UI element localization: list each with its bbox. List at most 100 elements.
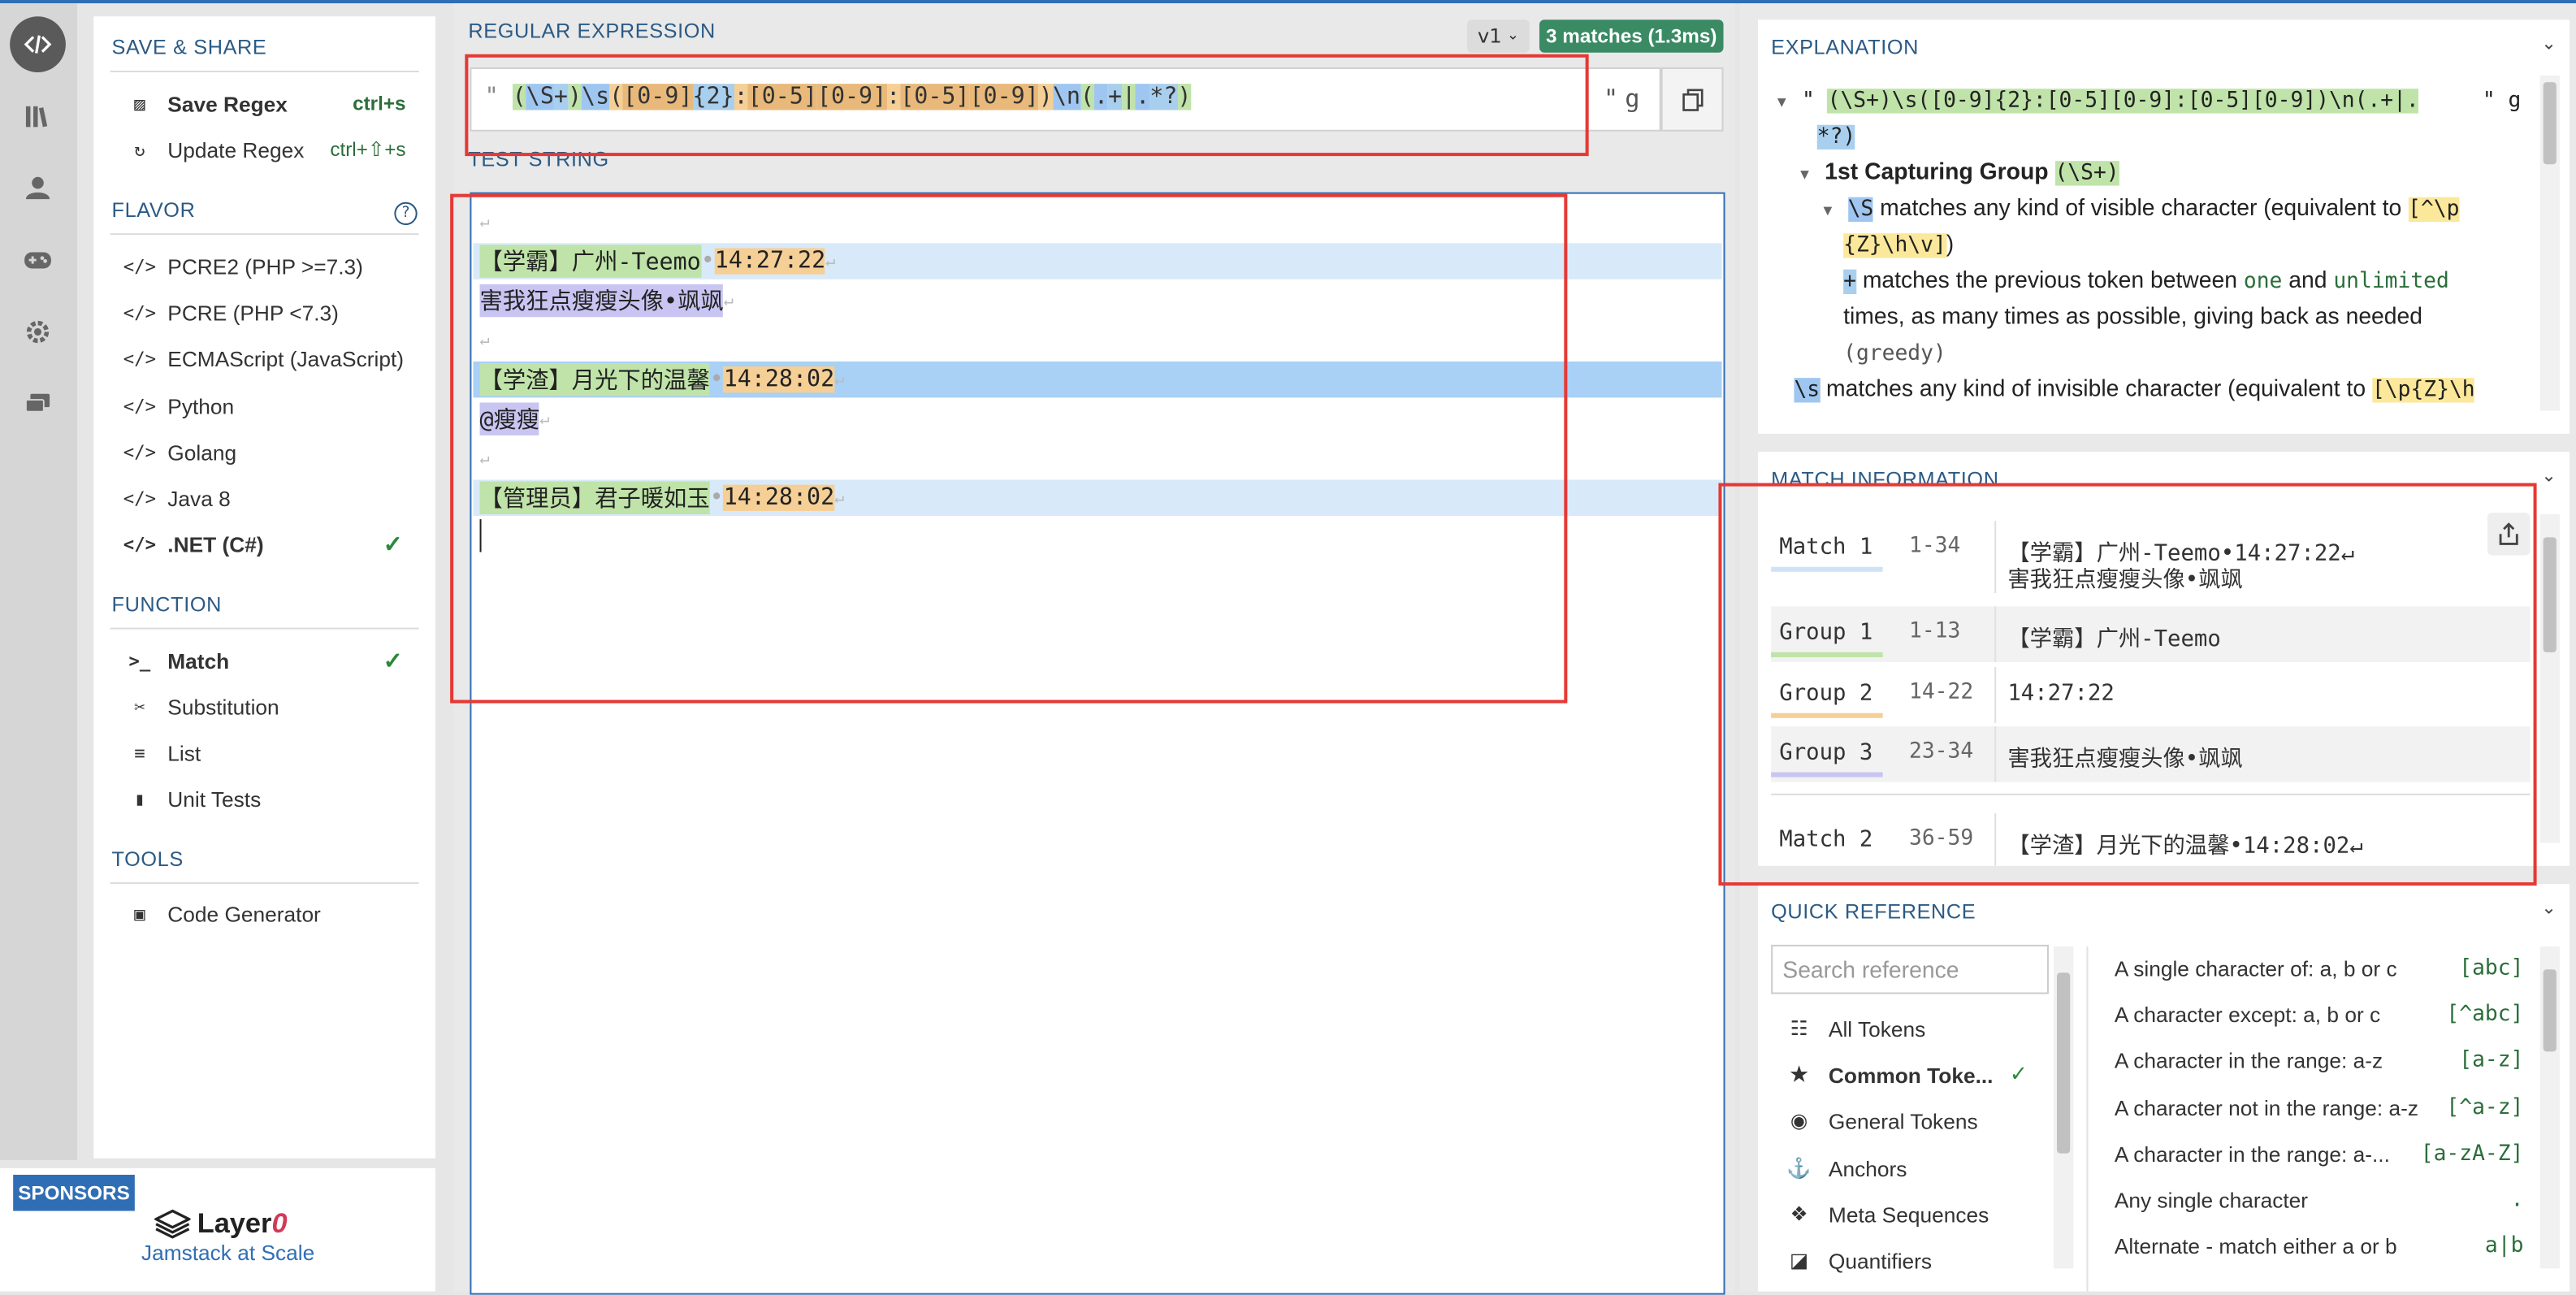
- code-icon: </>: [123, 347, 157, 370]
- function-substitution[interactable]: ✂ Substitution: [127, 688, 422, 724]
- group-range: 14-22: [1909, 680, 1974, 705]
- scroll-thumb[interactable]: [2543, 537, 2557, 652]
- function-label: Match: [167, 648, 230, 673]
- group-row[interactable]: Group 2 14-22 14:27:22: [1771, 667, 2530, 723]
- reference-token: .: [2510, 1187, 2524, 1212]
- s-token-node[interactable]: ▼ \S matches any kind of visible charact…: [1821, 193, 2460, 223]
- triangle-down-icon[interactable]: ▼: [1798, 166, 1812, 182]
- plus-token-desc-cont: times, as many times as possible, giving…: [1843, 302, 2423, 329]
- group1-node-token: (\S+): [2054, 161, 2119, 186]
- chevron-down-icon[interactable]: ⌄: [2541, 897, 2557, 918]
- update-regex-label: Update Regex: [167, 136, 305, 162]
- category-all-tokens[interactable]: ☷ All Tokens: [1787, 1011, 1926, 1046]
- reference-row[interactable]: A character not in the range: a-z [^a-z]: [2115, 1089, 2524, 1125]
- code-icon: </>: [123, 395, 157, 417]
- help-icon[interactable]: ?: [394, 201, 418, 226]
- chevron-down-icon[interactable]: ⌄: [2541, 465, 2557, 486]
- chevron-down-icon[interactable]: ⌄: [2541, 32, 2557, 54]
- sponsor-tagline[interactable]: Jamstack at Scale: [141, 1241, 314, 1265]
- reference-row[interactable]: A character in the range: a-... [a-zA-Z]: [2115, 1135, 2524, 1171]
- reference-row[interactable]: A single character of: a, b or c [abc]: [2115, 950, 2524, 985]
- chat-icon[interactable]: [10, 376, 66, 432]
- triangle-down-icon[interactable]: ▼: [1821, 202, 1835, 219]
- group-range: 1-13: [1909, 619, 1961, 644]
- s-token-close: ): [1946, 230, 1955, 257]
- terminal-icon: >_: [128, 649, 151, 672]
- flavor-label: PCRE2 (PHP >=7.3): [167, 253, 363, 279]
- group1-node[interactable]: ▼ 1st Capturing Group (\S+): [1798, 158, 2119, 186]
- categories-scrollbar[interactable]: [2054, 946, 2074, 1269]
- sponsor-logo[interactable]: Layer 0: [154, 1207, 288, 1240]
- flavor-pcre2[interactable]: </> PCRE2 (PHP >=7.3): [123, 248, 422, 284]
- s-token-desc: matches any kind of visible character (e…: [1873, 193, 2409, 221]
- stack-icon: ☷: [1790, 1016, 1808, 1041]
- divider: [1771, 793, 2531, 795]
- match-value: 【学渣】月光下的温馨•14:28:02↵: [2007, 833, 2363, 860]
- divider: [110, 70, 419, 72]
- flavor-label: Python: [167, 393, 235, 418]
- scroll-thumb[interactable]: [2057, 972, 2071, 1154]
- function-match[interactable]: >_ Match ✓: [127, 643, 422, 678]
- match-row[interactable]: Match 1 1-34 【学霸】广州-Teemo•14:27:22↵ 害我狂点…: [1771, 521, 2530, 594]
- explanation-scrollbar[interactable]: [2539, 76, 2560, 411]
- flavor-java[interactable]: </> Java 8: [123, 480, 422, 516]
- match-info-title: MATCH INFORMATION: [1771, 468, 1999, 492]
- regex-close-delim: ": [1603, 84, 1619, 114]
- test-string-input[interactable]: ↵ 【学霸】广州-Teemo • 14:27:22 ↵ 害我狂点瘦瘦头像•飒飒 ↵ ↵ …: [470, 192, 1725, 1295]
- flavor-golang[interactable]: </> Golang: [123, 434, 422, 470]
- category-quantifiers[interactable]: ◪ Quantifiers: [1787, 1242, 1932, 1278]
- scroll-thumb[interactable]: [2543, 82, 2557, 165]
- regex-open-delim: ": [484, 84, 499, 110]
- group3-underline: [1771, 772, 1883, 777]
- flavor-pcre[interactable]: </> PCRE (PHP <7.3): [123, 294, 422, 330]
- reference-row[interactable]: Any single character.: [2115, 1181, 2524, 1217]
- test-line: 【管理员】君子暖如玉 • 14:28:02 ↵: [479, 480, 844, 516]
- quiz-icon[interactable]: [10, 232, 66, 288]
- tool-code-generator[interactable]: ▣ Code Generator: [127, 895, 422, 931]
- category-general-tokens[interactable]: ◉ General Tokens: [1787, 1102, 1978, 1138]
- test-line: 【学霸】广州-Teemo • 14:27:22 ↵: [479, 243, 835, 279]
- regex-input[interactable]: " (\S+)\s([0-9]{2}:[0-5][0-9]:[0-5][0-9]…: [470, 67, 1661, 132]
- library-icon[interactable]: [10, 89, 66, 145]
- divider: [1994, 725, 1997, 782]
- plus-greedy: (greedy): [1843, 341, 1946, 366]
- regex-editor-icon[interactable]: [10, 16, 66, 72]
- category-common-tokens[interactable]: ★ Common Toke... ✓: [1787, 1056, 2028, 1092]
- version-label: v1: [1477, 24, 1502, 48]
- group-row[interactable]: Group 3 23-34 害我狂点瘦瘦头像•飒飒: [1771, 725, 2531, 782]
- reference-row[interactable]: Alternate - match either a or b a|b: [2115, 1228, 2524, 1263]
- refs-scrollbar[interactable]: [2539, 946, 2560, 1269]
- category-anchors[interactable]: ⚓ Anchors: [1786, 1150, 1907, 1186]
- update-regex-button[interactable]: ↻ Update Regex ctrl+⇧+s: [127, 132, 422, 167]
- category-meta-sequences[interactable]: ❖ Meta Sequences: [1787, 1196, 1989, 1232]
- ws-token-desc: matches any kind of invisible character …: [1820, 375, 2372, 401]
- match-info-scrollbar[interactable]: [2539, 514, 2560, 843]
- reference-row[interactable]: A character except: a, b or c [^abc]: [2115, 996, 2524, 1032]
- flavor-ecmascript[interactable]: </> ECMAScript (JavaScript): [123, 340, 422, 376]
- flavor-dotnet[interactable]: </> .NET (C#) ✓: [123, 526, 422, 561]
- plus-one: one: [2243, 269, 2283, 295]
- share-icon[interactable]: [2487, 512, 2531, 556]
- copy-regex-button[interactable]: [1660, 67, 1724, 132]
- scroll-thumb[interactable]: [2543, 969, 2557, 1052]
- regex-flags[interactable]: " g: [1604, 84, 1640, 113]
- save-regex-button[interactable]: ▨ Save Regex ctrl+s: [127, 85, 422, 121]
- group-row[interactable]: Group 1 1-13 【学霸】广州-Teemo: [1771, 606, 2531, 663]
- regex-flags-value: g: [1625, 84, 1640, 114]
- settings-icon[interactable]: [10, 304, 66, 360]
- anchor-icon: ⚓: [1786, 1156, 1812, 1180]
- explanation-flags: " g: [2482, 89, 2522, 114]
- search-reference-input[interactable]: Search reference: [1771, 944, 2049, 994]
- function-label: Substitution: [167, 694, 279, 719]
- reference-row[interactable]: A character in the range: a-z [a-z]: [2115, 1042, 2524, 1077]
- version-dropdown[interactable]: v1 ⌄: [1467, 19, 1530, 53]
- account-icon[interactable]: [10, 159, 66, 215]
- flavor-label: PCRE (PHP <7.3): [167, 300, 339, 325]
- tool-label: Code Generator: [167, 901, 321, 926]
- function-unit-tests[interactable]: ▮ Unit Tests: [127, 781, 422, 816]
- triangle-down-icon[interactable]: ▼: [1774, 93, 1789, 110]
- flavor-python[interactable]: </> Python: [123, 388, 422, 423]
- regex-pattern[interactable]: " (\S+)\s([0-9]{2}:[0-5][0-9]:[0-5][0-9]…: [485, 84, 1192, 110]
- match-row[interactable]: Match 2 36-59 【学渣】月光下的温馨•14:28:02↵: [1771, 813, 2530, 866]
- function-list[interactable]: ≡ List: [127, 734, 422, 770]
